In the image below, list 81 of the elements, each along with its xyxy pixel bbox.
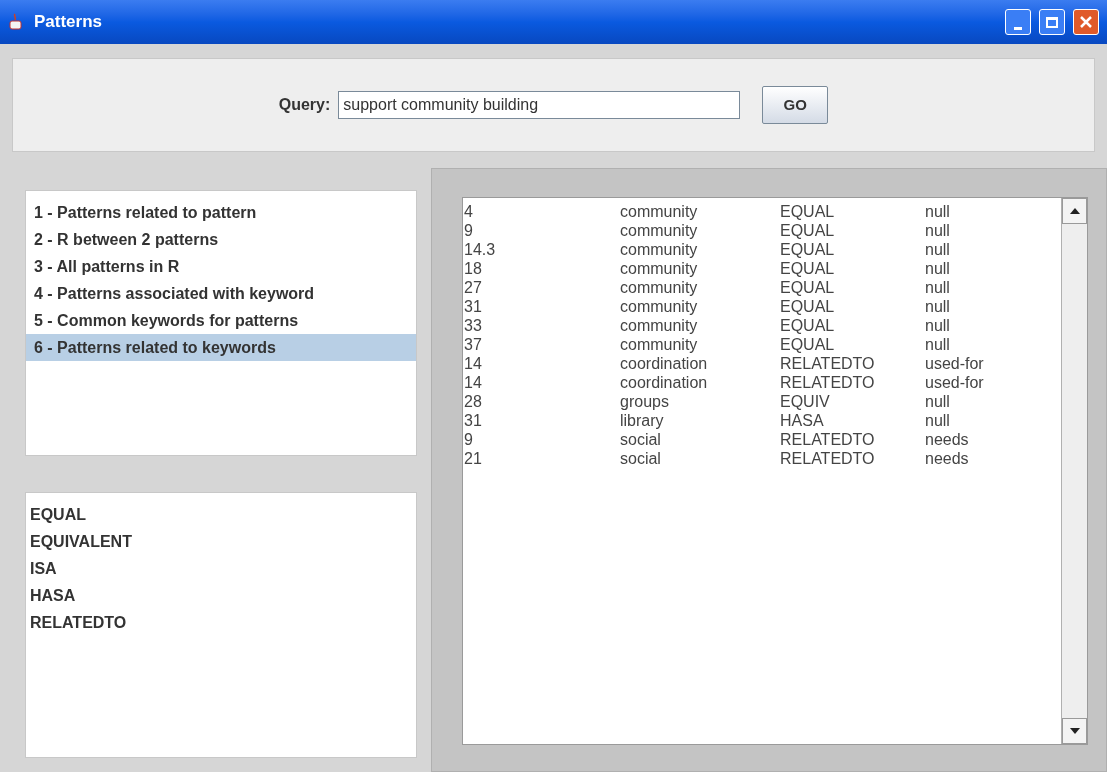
table-cell-text: EQUAL	[780, 315, 836, 336]
down-arrow-icon	[1069, 728, 1080, 734]
table-cell-text: community	[620, 315, 699, 336]
list-item[interactable]: EQUIVALENT	[26, 528, 416, 555]
list-item[interactable]: RELATEDTO	[26, 609, 416, 636]
table-cell-text: 4	[463, 201, 474, 222]
list-item[interactable]: EQUAL	[26, 501, 416, 528]
list-item[interactable]: 5 - Common keywords for patterns	[26, 307, 416, 334]
table-cell-text: 14	[463, 353, 483, 374]
table-cell-text: community	[620, 277, 699, 298]
table-cell-text: library	[620, 410, 665, 431]
table-cell-text: groups	[620, 391, 670, 412]
table-cell-text: 9	[463, 220, 474, 241]
table-cell-text: coordination	[620, 353, 709, 374]
table-cell-text: 21	[463, 448, 483, 469]
table-cell-text: social	[620, 448, 662, 469]
table-cell-text: community	[620, 201, 699, 222]
close-button[interactable]	[1073, 9, 1099, 35]
query-field[interactable]: support community building	[338, 91, 741, 119]
table-cell-text: 14.3	[463, 239, 497, 260]
table-cell-text: 37	[463, 334, 483, 355]
table-cell-text: null	[925, 220, 951, 241]
table-cell-text: null	[925, 277, 951, 298]
table-cell-text: EQUAL	[780, 334, 836, 355]
table-cell-text: 14	[463, 372, 483, 393]
table-cell-text: RELATEDTO	[780, 372, 876, 393]
table-cell-text: used-for	[925, 372, 985, 393]
table-cell-text: 28	[463, 391, 483, 412]
table-cell-text: 33	[463, 315, 483, 336]
table-cell-text: EQUAL	[780, 239, 836, 260]
minimize-icon	[1014, 27, 1022, 30]
table-cell-text: RELATEDTO	[780, 429, 876, 450]
close-icon	[1079, 15, 1093, 29]
table-cell-text: community	[620, 334, 699, 355]
table-cell-text: null	[925, 315, 951, 336]
table-cell-text: needs	[925, 429, 970, 450]
table-cell-text: null	[925, 391, 951, 412]
window-title: Patterns	[34, 11, 104, 34]
table-cell-text: 31	[463, 410, 483, 431]
table-cell-text: null	[925, 334, 951, 355]
table-cell-text: null	[925, 410, 951, 431]
table-cell-text: EQUAL	[780, 258, 836, 279]
table-cell-text: HASA	[780, 410, 825, 431]
list-item[interactable]: ISA	[26, 555, 416, 582]
list-item[interactable]: 6 - Patterns related to keywords	[26, 334, 416, 361]
table-cell-text: null	[925, 239, 951, 260]
table-cell-text: community	[620, 220, 699, 241]
list-item[interactable]: 4 - Patterns associated with keyword	[26, 280, 416, 307]
maximize-icon	[1046, 16, 1058, 28]
list-item[interactable]: 1 - Patterns related to pattern	[26, 199, 416, 226]
table-cell-text: community	[620, 239, 699, 260]
table-cell-text: used-for	[925, 353, 985, 374]
table-cell-text: 31	[463, 296, 483, 317]
table-cell-text: EQUAL	[780, 277, 836, 298]
table-cell-text: coordination	[620, 372, 709, 393]
table-cell-text: social	[620, 429, 662, 450]
table-cell-text: RELATEDTO	[780, 353, 876, 374]
up-arrow-icon	[1069, 208, 1080, 214]
maximize-button[interactable]	[1039, 9, 1065, 35]
table-cell-text: EQUIV	[780, 391, 831, 412]
table-cell-text: RELATEDTO	[780, 448, 876, 469]
table-cell-text: null	[925, 258, 951, 279]
table-cell-text: null	[925, 296, 951, 317]
table-cell-text: community	[620, 296, 699, 317]
table-cell-text: 27	[463, 277, 483, 298]
go-button[interactable]: GO	[762, 86, 829, 124]
list-item[interactable]: 2 - R between 2 patterns	[26, 226, 416, 253]
table-cell-text: needs	[925, 448, 970, 469]
table-cell-text: EQUAL	[780, 201, 836, 222]
list-item[interactable]: HASA	[26, 582, 416, 609]
table-cell-text: 9	[463, 429, 474, 450]
table-cell-text: EQUAL	[780, 296, 836, 317]
list-item[interactable]: 3 - All patterns in R	[26, 253, 416, 280]
table-cell-text: community	[620, 258, 699, 279]
table-cell-text: null	[925, 201, 951, 222]
table-cell-text: EQUAL	[780, 220, 836, 241]
scroll-down-button[interactable]	[1062, 718, 1087, 744]
table-cell-text: 18	[463, 258, 483, 279]
query-label: Query:	[278, 95, 331, 115]
minimize-button[interactable]	[1005, 9, 1031, 35]
scroll-up-button[interactable]	[1062, 198, 1087, 224]
